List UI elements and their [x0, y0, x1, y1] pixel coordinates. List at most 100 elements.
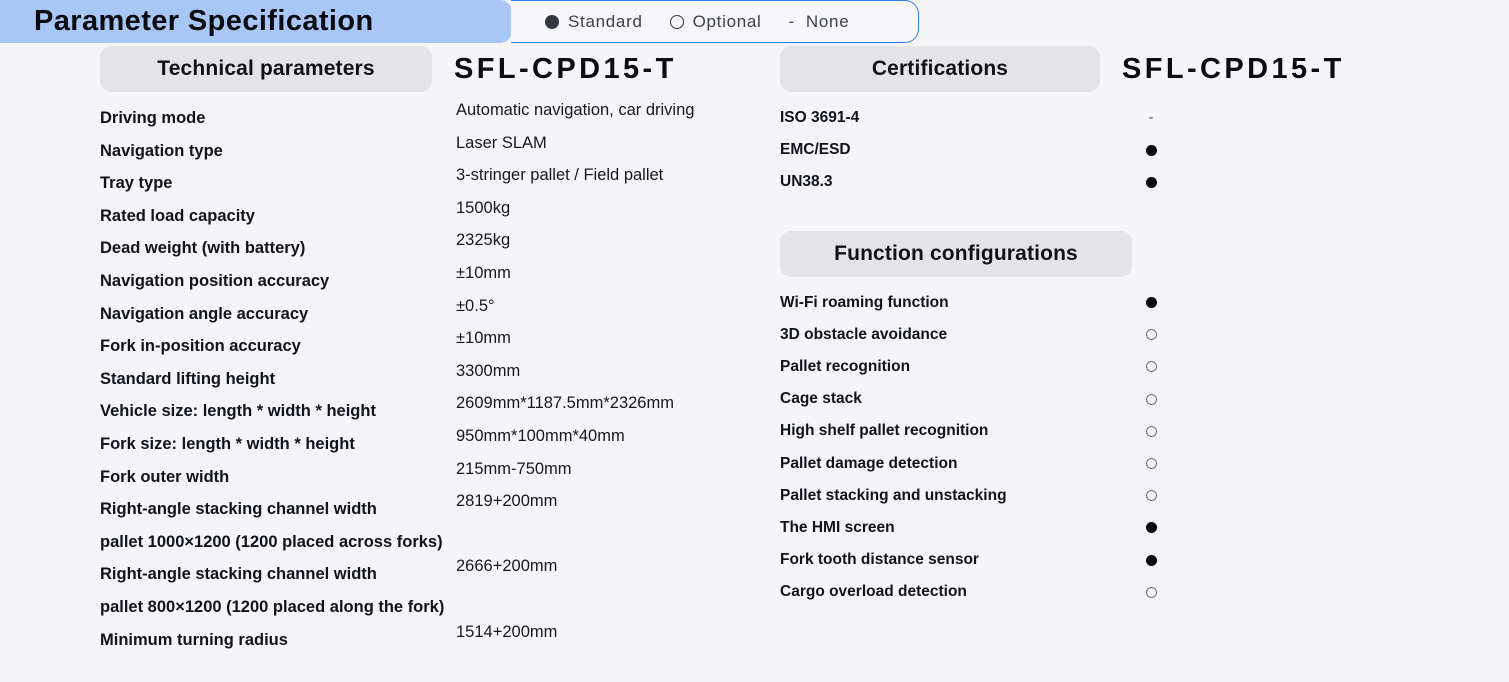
- table-row: High shelf pallet recognition: [780, 419, 1400, 451]
- marker-cell: [1139, 390, 1163, 408]
- spec-label: pallet 1000×1200 (1200 placed across for…: [100, 532, 443, 551]
- spec-value: 3-stringer pallet / Field pallet: [456, 166, 664, 185]
- filled-circle-icon: [1145, 522, 1157, 534]
- spec-value: Laser SLAM: [456, 133, 547, 152]
- marker-label: Wi-Fi roaming function: [780, 293, 949, 311]
- legend-label-none: None: [805, 11, 850, 31]
- table-row: Fork size: length * width * height 950mm*…: [100, 427, 760, 465]
- marker-cell: [1139, 294, 1163, 312]
- marker-label: Cage stack: [780, 390, 862, 408]
- marker-cell: [1139, 551, 1163, 569]
- filled-circle-icon: [545, 14, 559, 29]
- marker-cell: [1139, 519, 1163, 537]
- dash-icon: -: [1148, 108, 1154, 126]
- table-row: Minimum turning radius 1514+200mm: [100, 623, 760, 661]
- spec-value: ±10mm: [456, 263, 511, 282]
- dash-icon: -: [788, 11, 795, 31]
- table-row: Fork in-position accuracy ±10mm: [100, 329, 760, 367]
- spec-label: Standard lifting height: [100, 369, 276, 388]
- function-configurations-heading: Function configurations: [834, 241, 1078, 265]
- marker-label: Pallet recognition: [780, 357, 911, 375]
- table-row: Navigation position accuracy ±10mm: [100, 264, 760, 302]
- spec-value: 1500kg: [456, 198, 511, 217]
- table-row: Vehicle size: length * width * height 260…: [100, 394, 760, 432]
- hollow-circle-icon: [1145, 393, 1157, 405]
- spec-label: Fork size: length * width * height: [100, 434, 355, 453]
- spec-value: 950mm*100mm*40mm: [456, 426, 625, 445]
- table-row: ISO 3691-4 -: [780, 106, 1400, 138]
- table-row: The HMI screen: [780, 516, 1400, 548]
- technical-parameters-header: Technical parameters SFL-CPD15-T: [100, 46, 760, 92]
- spec-label: Rated load capacity: [100, 206, 255, 225]
- table-row: EMC/ESD: [780, 138, 1400, 170]
- table-row: Right-angle stacking channel width 2666+2…: [100, 557, 760, 595]
- marker-cell: [1139, 326, 1163, 344]
- technical-parameters-heading: Technical parameters: [157, 57, 375, 80]
- spec-value: Automatic navigation, car driving: [456, 101, 695, 119]
- table-row: 3D obstacle avoidance: [780, 323, 1400, 355]
- marker-label: 3D obstacle avoidance: [780, 325, 948, 343]
- marker-cell: [1139, 141, 1163, 159]
- legend-label-optional: Optional: [692, 11, 762, 31]
- table-row: UN38.3: [780, 170, 1400, 202]
- marker-label: EMC/ESD: [780, 141, 851, 159]
- top-bar: Parameter Specification Standard Optiona…: [0, 0, 1509, 46]
- certifications-pill: Certifications: [780, 46, 1100, 92]
- spec-value: 2325kg: [456, 231, 511, 250]
- spec-label: Fork in-position accuracy: [100, 337, 301, 356]
- filled-circle-icon: [1145, 297, 1157, 309]
- spec-value: ±10mm: [456, 329, 511, 348]
- filled-circle-icon: [1145, 176, 1157, 188]
- function-configurations-block: Function configurations Wi-Fi roaming fu…: [780, 230, 1400, 613]
- spec-label: pallet 800×1200 (1200 placed along the f…: [100, 597, 445, 616]
- technical-parameters-list: Driving mode Automatic navigation, car dr…: [100, 101, 760, 661]
- hollow-circle-icon: [1145, 490, 1157, 502]
- marker-label: Pallet damage detection: [780, 454, 958, 472]
- table-row: Tray type 3-stringer pallet / Field palle…: [100, 166, 760, 204]
- hollow-circle-icon: [1145, 361, 1157, 373]
- table-row: Fork outer width 215mm-750mm: [100, 460, 760, 498]
- spec-label: Vehicle size: length * width * height: [100, 402, 376, 421]
- table-row: Cage stack: [780, 387, 1400, 419]
- spec-label: Navigation position accuracy: [100, 271, 330, 290]
- title-banner: Parameter Specification: [0, 0, 512, 43]
- spec-label: Navigation angle accuracy: [100, 304, 309, 323]
- certifications-list: ISO 3691-4 - EMC/ESD UN38.3: [780, 106, 1400, 203]
- marker-cell: [1139, 422, 1163, 440]
- marker-label: High shelf pallet recognition: [780, 422, 989, 440]
- spec-label: Navigation type: [100, 141, 223, 160]
- technical-parameters-pill: Technical parameters: [100, 46, 432, 92]
- table-row: Pallet damage detection: [780, 452, 1400, 484]
- marker-label: The HMI screen: [780, 518, 895, 536]
- hollow-circle-icon: [1145, 425, 1157, 437]
- spec-value: 2666+200mm: [456, 557, 558, 576]
- hollow-circle-icon: [1145, 329, 1157, 341]
- marker-label: Pallet stacking and unstacking: [780, 486, 1007, 504]
- content-area: Technical parameters SFL-CPD15-T Driving…: [0, 46, 1509, 682]
- marker-label: UN38.3: [780, 173, 833, 191]
- spec-label: Fork outer width: [100, 467, 230, 486]
- spec-value: 3300mm: [456, 361, 521, 380]
- marker-cell: [1139, 487, 1163, 505]
- filled-circle-icon: [1145, 554, 1157, 566]
- spec-label: Driving mode: [100, 109, 206, 127]
- marker-label: Cargo overload detection: [780, 583, 967, 601]
- spec-label: Minimum turning radius: [100, 630, 288, 649]
- page-title: Parameter Specification: [34, 5, 374, 37]
- marker-cell: [1139, 173, 1163, 191]
- spec-value: 2609mm*1187.5mm*2326mm: [456, 394, 674, 413]
- spec-label: Right-angle stacking channel width: [100, 565, 377, 584]
- spec-label: Dead weight (with battery): [100, 239, 306, 258]
- marker-cell: [1139, 455, 1163, 473]
- table-row: Navigation angle accuracy ±0.5°: [100, 297, 760, 335]
- table-row: Pallet recognition: [780, 355, 1400, 387]
- spec-label: Right-angle stacking channel width: [100, 500, 377, 519]
- certifications-header: Certifications SFL-CPD15-T: [780, 46, 1400, 92]
- spec-value: 215mm-750mm: [456, 459, 572, 478]
- table-row: Right-angle stacking channel width 2819+2…: [100, 492, 760, 530]
- spec-value: ±0.5°: [456, 296, 495, 315]
- function-configurations-list: Wi-Fi roaming function 3D obstacle avoida…: [780, 291, 1400, 613]
- table-row: Rated load capacity 1500kg: [100, 199, 760, 237]
- legend-pill: Standard Optional - None: [511, 0, 919, 43]
- legend-label-standard: Standard: [568, 11, 643, 31]
